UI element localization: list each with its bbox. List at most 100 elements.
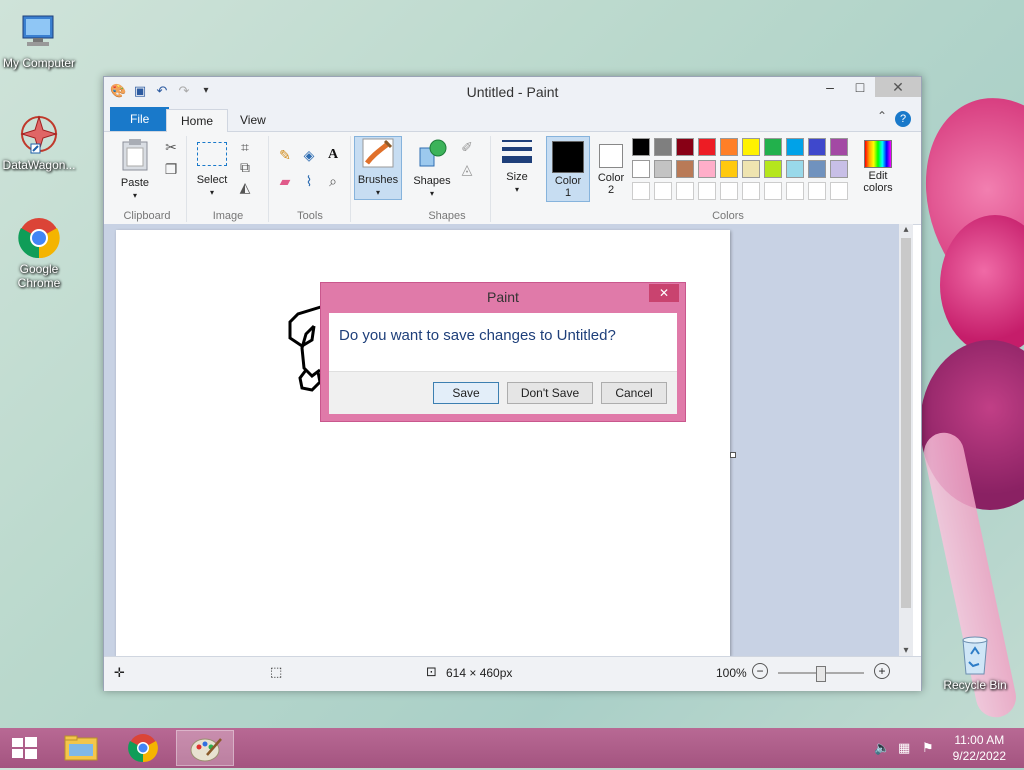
ribbon: Paste ▾ ✂ ❐ Clipboard Select ▾ ⌗ ⧉ ◭ Ima…	[104, 132, 921, 225]
tab-file[interactable]: File	[110, 107, 170, 131]
copy-icon[interactable]: ❐	[162, 160, 180, 178]
fill-icon[interactable]: ◈	[300, 146, 318, 164]
clock-date: 9/22/2022	[952, 749, 1006, 763]
start-button[interactable]	[0, 730, 48, 766]
volume-muted-icon[interactable]: 🔈	[874, 740, 890, 756]
color2-button[interactable]: Color 2	[592, 136, 630, 200]
magnifier-icon[interactable]: ⌕	[324, 172, 342, 190]
paste-icon	[122, 139, 148, 171]
color1-button[interactable]: Color 1	[546, 136, 590, 202]
palette-swatch[interactable]	[632, 138, 650, 156]
pencil-icon[interactable]: ✎	[276, 146, 294, 164]
palette-swatch[interactable]	[676, 160, 694, 178]
scroll-thumb[interactable]	[901, 238, 911, 608]
shape-fill-icon[interactable]: ◬	[458, 160, 476, 178]
color2-label: Color	[597, 172, 625, 184]
palette-swatch[interactable]	[764, 160, 782, 178]
taskbar-chrome[interactable]	[114, 730, 172, 766]
palette-swatch[interactable]	[786, 138, 804, 156]
vertical-scrollbar[interactable]: ▴ ▾	[899, 224, 913, 656]
size-button[interactable]: Size ▾	[494, 136, 540, 195]
save-button[interactable]: Save	[433, 382, 499, 404]
windows-logo-icon	[12, 737, 37, 759]
palette-swatch[interactable]	[742, 138, 760, 156]
shapes-label: Shapes	[413, 175, 451, 187]
eraser-icon[interactable]: ▰	[276, 172, 294, 190]
collapse-ribbon-icon[interactable]: ⌃	[877, 109, 887, 123]
edit-colors-button[interactable]: Edit colors	[854, 136, 902, 194]
palette-swatch[interactable]	[676, 182, 694, 200]
size-dropdown-icon: ▾	[514, 185, 519, 194]
desktop-icon-google-chrome[interactable]: Google Chrome	[0, 216, 78, 290]
canvas-resize-handle[interactable]	[730, 452, 736, 458]
palette-swatch[interactable]	[764, 138, 782, 156]
action-center-icon[interactable]: ⚑	[922, 740, 934, 756]
image-group: Select ▾ ⌗ ⧉ ◭ Image	[188, 136, 269, 222]
palette-swatch[interactable]	[720, 138, 738, 156]
dialog-close-button[interactable]: ✕	[649, 284, 679, 302]
resize-icon[interactable]: ⧉	[236, 158, 254, 176]
zoom-in-button[interactable]: +	[874, 663, 890, 679]
help-icon[interactable]: ?	[895, 111, 911, 127]
tab-home[interactable]: Home	[166, 109, 229, 132]
desktop-icon-datawagon[interactable]: DataWagon...	[0, 112, 78, 172]
palette-swatch[interactable]	[742, 182, 760, 200]
palette-swatch[interactable]	[720, 160, 738, 178]
palette-swatch[interactable]	[676, 138, 694, 156]
outline-icon[interactable]: ✐	[458, 138, 476, 156]
palette-swatch[interactable]	[808, 182, 826, 200]
taskbar-paint[interactable]	[176, 730, 234, 766]
shapes-button[interactable]: Shapes ▾	[410, 138, 454, 199]
palette-swatch[interactable]	[786, 182, 804, 200]
cut-icon[interactable]: ✂	[162, 138, 180, 156]
rotate-icon[interactable]: ◭	[236, 178, 254, 196]
close-button[interactable]: ✕	[875, 77, 921, 97]
dont-save-button[interactable]: Don't Save	[507, 382, 593, 404]
palette-swatch[interactable]	[632, 160, 650, 178]
network-icon[interactable]: ▦	[898, 740, 910, 756]
color-picker-icon[interactable]: ⌇	[300, 172, 318, 190]
palette-swatch[interactable]	[742, 160, 760, 178]
zoom-level: 100%	[716, 666, 747, 680]
palette-swatch[interactable]	[786, 160, 804, 178]
select-button[interactable]: Select ▾	[192, 140, 232, 198]
desktop-icon-label: DataWagon...	[2, 158, 76, 172]
desktop-icon-my-computer[interactable]: My Computer	[0, 10, 78, 70]
scroll-down-icon[interactable]: ▾	[899, 645, 913, 656]
system-clock[interactable]: 11:00 AM 9/22/2022	[953, 732, 1006, 764]
zoom-slider[interactable]	[778, 666, 864, 682]
palette-swatch[interactable]	[830, 182, 848, 200]
paste-dropdown-icon: ▾	[132, 191, 137, 200]
palette-swatch[interactable]	[654, 160, 672, 178]
selection-size-icon: ⬚	[270, 664, 283, 679]
canvas-dimensions: 614 × 460px	[446, 666, 513, 680]
desktop-icon-recycle-bin[interactable]: Recycle Bin	[936, 632, 1014, 692]
palette-swatch[interactable]	[830, 138, 848, 156]
palette-swatch[interactable]	[654, 138, 672, 156]
title-bar: 🎨 ▣ ↶ ↷ ▾ Untitled - Paint – □ ✕	[104, 77, 921, 107]
palette-swatch[interactable]	[632, 182, 650, 200]
paste-button[interactable]: Paste ▾	[114, 138, 156, 201]
palette-swatch[interactable]	[808, 160, 826, 178]
palette-swatch[interactable]	[698, 182, 716, 200]
brushes-button[interactable]: Brushes ▾	[354, 136, 402, 200]
palette-swatch[interactable]	[654, 182, 672, 200]
palette-swatch[interactable]	[698, 160, 716, 178]
tab-view[interactable]: View	[226, 109, 280, 131]
paste-label: Paste	[120, 177, 150, 189]
palette-swatch[interactable]	[698, 138, 716, 156]
taskbar-file-explorer[interactable]	[52, 730, 110, 766]
minimize-button[interactable]: –	[815, 77, 845, 97]
maximize-button[interactable]: □	[845, 77, 875, 97]
crop-icon[interactable]: ⌗	[236, 138, 254, 156]
zoom-out-button[interactable]: −	[752, 663, 768, 679]
palette-swatch[interactable]	[720, 182, 738, 200]
scroll-up-icon[interactable]: ▴	[899, 224, 913, 235]
palette-swatch[interactable]	[808, 138, 826, 156]
palette-swatch[interactable]	[764, 182, 782, 200]
cancel-button[interactable]: Cancel	[601, 382, 667, 404]
palette-swatch[interactable]	[830, 160, 848, 178]
zoom-slider-thumb[interactable]	[816, 666, 826, 682]
brush-icon	[362, 138, 394, 168]
text-icon[interactable]: A	[324, 146, 342, 164]
